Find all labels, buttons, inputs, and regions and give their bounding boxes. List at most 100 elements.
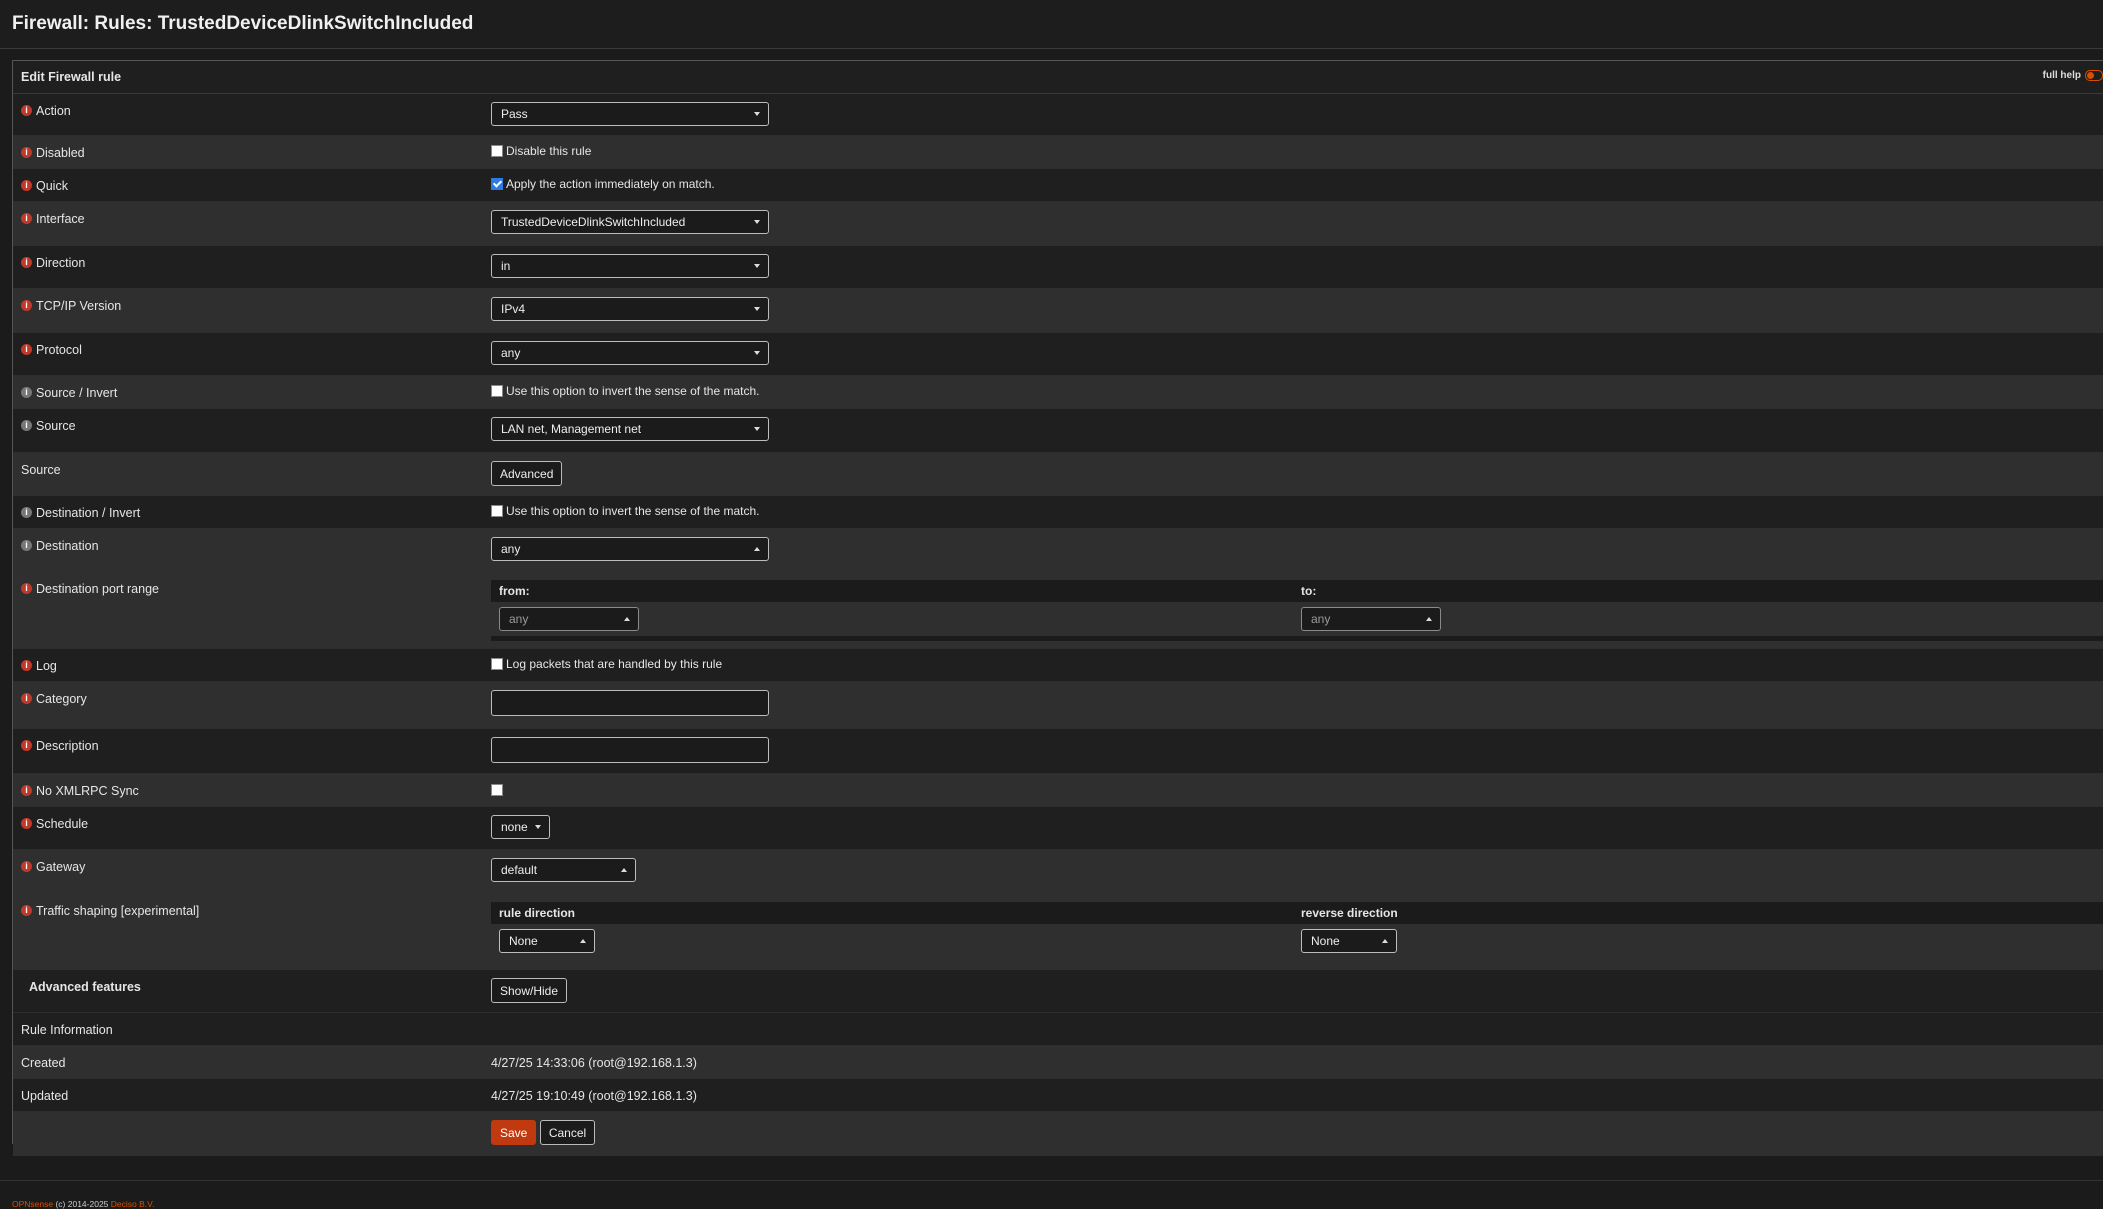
source-select[interactable]: LAN net, Management net: [491, 417, 769, 441]
gateway-select[interactable]: default: [491, 858, 636, 882]
info-icon[interactable]: i: [21, 105, 32, 116]
cancel-button[interactable]: Cancel: [539, 1120, 596, 1145]
destination-invert-label: Destination / Invert: [36, 506, 141, 520]
source-invert-checkbox[interactable]: [491, 385, 503, 397]
row-gateway: i Gateway default: [13, 850, 2103, 894]
updated-label: Updated: [21, 1089, 69, 1103]
panel-header: Edit Firewall rule full help: [13, 61, 2103, 94]
destination-select[interactable]: any: [491, 537, 769, 561]
chevron-up-icon: [580, 939, 586, 943]
info-icon[interactable]: i: [21, 660, 32, 671]
page-header: Firewall: Rules: TrustedDeviceDlinkSwitc…: [0, 0, 2103, 49]
show-hide-button[interactable]: Show/Hide: [491, 978, 568, 1003]
chevron-up-icon: [1382, 939, 1388, 943]
save-button[interactable]: Save: [491, 1120, 537, 1145]
updated-value: 4/27/25 19:10:49 (root@192.168.1.3): [491, 1089, 697, 1103]
info-icon[interactable]: i: [21, 507, 32, 518]
row-protocol: i Protocol any: [13, 333, 2103, 376]
port-to-value: any: [1311, 612, 1331, 626]
info-icon[interactable]: i: [21, 818, 32, 829]
info-icon[interactable]: i: [21, 300, 32, 311]
advanced-features-label: Advanced features: [29, 980, 141, 994]
source-value: LAN net, Management net: [501, 422, 642, 436]
quick-checkbox[interactable]: [491, 178, 503, 190]
info-icon[interactable]: i: [21, 344, 32, 355]
rule-direction-select[interactable]: None: [499, 929, 595, 953]
destination-invert-checkbox[interactable]: [491, 505, 503, 517]
row-rule-information: Rule Information: [13, 1013, 2103, 1046]
row-dest-port-range: i Destination port range from: to: any an…: [13, 572, 2103, 649]
no-xmlrpc-sync-label: No XMLRPC Sync: [36, 784, 139, 798]
row-traffic-shaping: i Traffic shaping [experimental] rule dir…: [13, 894, 2103, 970]
reverse-direction-select[interactable]: None: [1301, 929, 1397, 953]
destination-invert-checkbox-label: Use this option to invert the sense of t…: [506, 504, 760, 518]
disable-rule-checkbox-label: Disable this rule: [506, 144, 592, 158]
info-icon[interactable]: i: [21, 583, 32, 594]
row-no-xmlrpc-sync: i No XMLRPC Sync: [13, 774, 2103, 807]
to-header: to:: [1301, 584, 1317, 598]
direction-value: in: [501, 259, 511, 273]
disable-rule-checkbox[interactable]: [491, 145, 503, 157]
ip-version-label: TCP/IP Version: [36, 299, 122, 313]
schedule-select[interactable]: none: [491, 815, 550, 839]
category-input[interactable]: [491, 690, 769, 716]
footer-company-link[interactable]: Deciso B.V.: [111, 1199, 155, 1209]
info-icon[interactable]: i: [21, 740, 32, 751]
gateway-label: Gateway: [36, 860, 86, 874]
action-select[interactable]: Pass: [491, 102, 769, 126]
port-to-select[interactable]: any: [1301, 607, 1441, 631]
full-help-toggle[interactable]: full help: [2043, 70, 2103, 81]
port-from-select[interactable]: any: [499, 607, 639, 631]
info-icon[interactable]: i: [21, 905, 32, 916]
page-title: Firewall: Rules: TrustedDeviceDlinkSwitc…: [12, 13, 474, 34]
info-icon[interactable]: i: [21, 420, 32, 431]
no-xmlrpc-sync-checkbox[interactable]: [491, 783, 503, 796]
source-invert-checkbox-label: Use this option to invert the sense of t…: [506, 384, 760, 398]
chevron-down-icon: [754, 264, 760, 268]
chevron-down-icon: [535, 825, 541, 829]
info-icon[interactable]: i: [21, 213, 32, 224]
protocol-select[interactable]: any: [491, 341, 769, 365]
info-icon[interactable]: i: [21, 147, 32, 158]
info-icon[interactable]: i: [21, 387, 32, 398]
quick-label: Quick: [36, 179, 68, 193]
interface-select[interactable]: TrustedDeviceDlinkSwitchIncluded: [491, 210, 769, 234]
row-quick: i Quick Apply the action immediately on m…: [13, 169, 2103, 202]
direction-select[interactable]: in: [491, 254, 769, 278]
category-label: Category: [36, 692, 87, 706]
interface-value: TrustedDeviceDlinkSwitchIncluded: [501, 215, 686, 229]
rule-direction-value: None: [509, 934, 538, 948]
rule-information-heading: Rule Information: [21, 1023, 113, 1037]
row-actions: Save Cancel: [13, 1112, 2103, 1156]
log-label: Log: [36, 659, 57, 673]
row-updated: Updated 4/27/25 19:10:49 (root@192.168.1…: [13, 1079, 2103, 1112]
chevron-up-icon: [1426, 617, 1432, 621]
chevron-down-icon: [754, 351, 760, 355]
row-description: i Description: [13, 729, 2103, 774]
row-advanced-features: Advanced features Show/Hide: [13, 970, 2103, 1013]
description-input[interactable]: [491, 737, 769, 763]
advanced-button[interactable]: Advanced: [491, 461, 563, 486]
info-icon[interactable]: i: [21, 257, 32, 268]
schedule-label: Schedule: [36, 817, 89, 831]
info-icon[interactable]: i: [21, 180, 32, 191]
info-icon[interactable]: i: [21, 785, 32, 796]
info-icon[interactable]: i: [21, 693, 32, 704]
footer-brand-link[interactable]: OPNsense: [12, 1199, 53, 1209]
chevron-down-icon: [754, 220, 760, 224]
info-icon[interactable]: i: [21, 540, 32, 551]
dest-port-range-label: Destination port range: [36, 582, 159, 596]
chevron-down-icon: [754, 307, 760, 311]
ip-version-select[interactable]: IPv4: [491, 297, 769, 321]
chevron-down-icon: [754, 427, 760, 431]
toggle-icon[interactable]: [2085, 70, 2103, 81]
row-schedule: i Schedule none: [13, 807, 2103, 850]
destination-label: Destination: [36, 539, 99, 553]
row-destination-invert: i Destination / Invert Use this option to…: [13, 496, 2103, 529]
info-icon[interactable]: i: [21, 861, 32, 872]
row-category: i Category: [13, 682, 2103, 729]
chevron-down-icon: [754, 112, 760, 116]
description-label: Description: [36, 739, 99, 753]
gateway-value: default: [501, 863, 538, 877]
log-checkbox[interactable]: [491, 658, 503, 670]
